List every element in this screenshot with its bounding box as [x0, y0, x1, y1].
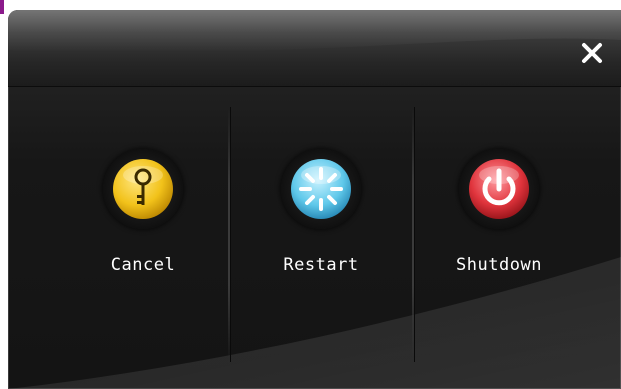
close-icon: [582, 43, 602, 63]
shutdown-label: Shutdown: [456, 255, 542, 275]
cancel-icon-ring: [103, 149, 183, 229]
options-panel: Cancel Restart Shutdown: [8, 87, 621, 389]
shutdown-icon-ring: [459, 149, 539, 229]
restart-option[interactable]: Restart: [236, 149, 406, 289]
restart-spinner-icon: [291, 159, 351, 219]
restart-label: Restart: [283, 255, 359, 275]
cancel-option[interactable]: Cancel: [58, 149, 228, 289]
screen: Cancel Restart Shutdown: [0, 0, 621, 389]
titlebar-sheen: [8, 10, 621, 53]
titlebar: [8, 10, 621, 87]
window-corner-accent: [0, 0, 4, 14]
shutdown-dialog: Cancel Restart Shutdown: [8, 10, 621, 389]
divider: [228, 107, 230, 362]
restart-icon-ring: [281, 149, 361, 229]
key-icon: [113, 159, 173, 219]
close-button[interactable]: [577, 38, 607, 68]
power-icon: [469, 159, 529, 219]
cancel-label: Cancel: [110, 255, 176, 275]
shutdown-option[interactable]: Shutdown: [414, 149, 584, 289]
